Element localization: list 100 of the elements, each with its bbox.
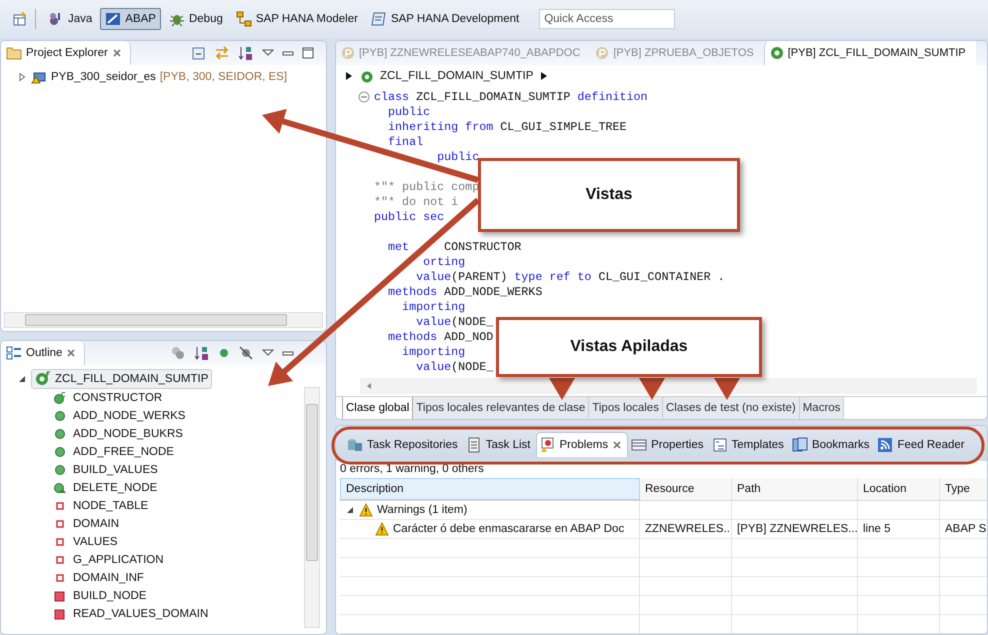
expand-toggle[interactable] — [17, 374, 27, 384]
view-tab[interactable]: Outline — [1, 341, 86, 365]
view-tab[interactable]: Templates — [708, 433, 789, 457]
table-icon — [631, 437, 648, 453]
editor-tab[interactable]: [PYB] ZCL_FILL_DOMAIN_SUMTIP — [764, 41, 976, 65]
class-icon — [770, 46, 784, 60]
perspective-button[interactable]: Debug — [164, 8, 228, 30]
code-text: definition — [577, 90, 648, 104]
code-text: value — [415, 360, 452, 374]
view-tab[interactable]: Feed Reader — [874, 433, 970, 457]
column-header[interactable]: Resource — [640, 478, 732, 500]
list-icon — [466, 437, 482, 453]
maximize-icon[interactable] — [302, 47, 314, 59]
view-tab[interactable]: Bookmarks — [788, 433, 874, 457]
table-cell: ABAP S — [945, 523, 986, 535]
code-text: final — [387, 134, 424, 148]
scroll-bar[interactable] — [360, 378, 977, 394]
open-perspective-icon[interactable] — [12, 11, 28, 27]
code-text: CL_GUI_SIMPLE_TREE — [499, 120, 626, 134]
tree-item[interactable]: ADD_NODE_BUKRS — [73, 428, 183, 440]
method-icon — [53, 463, 67, 477]
callout-box: Vistas Apiladas — [496, 317, 762, 377]
problems-icon — [540, 437, 556, 453]
hide-fields-icon[interactable] — [238, 345, 254, 361]
code-text: type ref to — [514, 270, 592, 284]
tree-item[interactable]: ADD_FREE_NODE — [73, 446, 174, 458]
warning-icon — [375, 522, 389, 536]
breadcrumb-item[interactable]: ZCL_FILL_DOMAIN_SUMTIP — [380, 70, 534, 82]
code-text: inheriting from — [387, 120, 494, 134]
arrow — [639, 378, 665, 400]
perspective-button[interactable]: Java — [43, 8, 98, 30]
perspective-button[interactable]: ABAP — [100, 8, 161, 30]
breadcrumb-arrow-icon[interactable] — [344, 71, 354, 81]
view-tab[interactable]: Task Repositories — [344, 433, 463, 457]
dot-icon[interactable] — [218, 347, 230, 359]
tree-item[interactable]: BUILD_VALUES — [73, 464, 158, 476]
table-cell: ZZNEWRELES... — [645, 523, 731, 535]
code-text: CONSTRUCTOR — [443, 240, 522, 254]
tree-item[interactable]: DOMAIN_INF — [73, 572, 144, 584]
section-tab[interactable]: Tipos locales — [589, 397, 663, 419]
tree-item[interactable]: NODE_TABLE — [73, 500, 148, 512]
tree-item[interactable]: DOMAIN — [73, 518, 119, 530]
hierarchy-icon — [236, 11, 252, 27]
sort-icon[interactable] — [238, 45, 254, 61]
section-tab[interactable]: Clase global — [342, 397, 414, 419]
filter-icon[interactable] — [170, 345, 186, 361]
program-icon — [595, 46, 610, 60]
close-icon[interactable] — [612, 440, 622, 450]
close-icon[interactable] — [66, 348, 76, 358]
column-header[interactable]: Path — [732, 478, 858, 500]
private-method-icon — [53, 589, 67, 603]
section-tab[interactable]: Clases de test (no existe) — [662, 397, 800, 419]
tree-item[interactable]: VALUES — [73, 536, 118, 548]
code-text: public sec — [374, 210, 444, 224]
view-tab[interactable]: Project Explorer — [1, 41, 131, 65]
column-header[interactable]: Location — [858, 478, 940, 500]
tree-item[interactable]: DELETE_NODE — [73, 482, 158, 494]
tree-item[interactable]: G_APPLICATION — [73, 554, 164, 566]
breadcrumb-arrow-icon[interactable] — [539, 71, 550, 81]
fold-icon[interactable] — [358, 90, 370, 102]
code-text: (NODE_ — [451, 314, 494, 328]
tree-item[interactable]: ADD_NODE_WERKS — [73, 410, 186, 422]
column-header[interactable]: Type — [940, 478, 987, 500]
perspective-button[interactable]: SAP HANA Development — [366, 8, 524, 30]
sort-icon[interactable] — [194, 345, 210, 361]
perspective-button[interactable]: SAP HANA Modeler — [230, 8, 363, 30]
private-method-icon — [53, 607, 67, 621]
scroll-bar[interactable] — [4, 312, 323, 328]
code-text: ZCL_FILL_DOMAIN_SUMTIP — [415, 90, 572, 104]
project-item[interactable]: PYB_300_seidor_es — [51, 71, 156, 83]
view-tab[interactable]: Properties — [628, 433, 709, 457]
column-header[interactable]: Description — [340, 478, 640, 500]
table-cell: Carácter ó debe enmascararse en ABAP Doc — [393, 523, 624, 535]
view-tab[interactable]: Problems — [536, 432, 628, 457]
tree-item[interactable]: ZCL_FILL_DOMAIN_SUMTIP — [31, 369, 212, 389]
outline-icon — [6, 345, 22, 361]
close-icon[interactable] — [112, 48, 122, 58]
tree-item[interactable]: READ_VALUES_DOMAIN — [73, 608, 208, 620]
class-icon — [360, 69, 374, 83]
code-text: *"* public comp — [374, 180, 480, 194]
callout-box: Vistas — [478, 158, 740, 232]
code-text: importing — [401, 344, 466, 358]
expand-toggle[interactable] — [345, 505, 355, 515]
view-tab[interactable]: Task List — [462, 433, 536, 457]
tree-item[interactable]: BUILD_NODE — [73, 590, 146, 602]
collapse-all-icon[interactable] — [190, 45, 206, 61]
code-text: importing — [401, 300, 466, 314]
code-text: ADD_NOD — [443, 330, 494, 344]
code-text: methods — [387, 284, 438, 298]
method-icon — [53, 409, 67, 423]
section-tab[interactable]: Tipos locales relevantes de clase — [413, 397, 590, 419]
scroll-bar[interactable] — [304, 387, 320, 628]
table-cell: [PYB] ZZNEWRELES... — [737, 523, 857, 535]
code-text: (NODE_ — [451, 360, 494, 374]
section-tab[interactable]: Macros — [800, 397, 844, 419]
quick-access-field[interactable]: Quick Access — [539, 9, 676, 29]
code-text: ADD_NODE_WERKS — [443, 284, 542, 298]
expand-toggle[interactable] — [17, 72, 27, 82]
code-text: public — [387, 104, 430, 118]
tree-item[interactable]: CONSTRUCTOR — [73, 392, 162, 404]
